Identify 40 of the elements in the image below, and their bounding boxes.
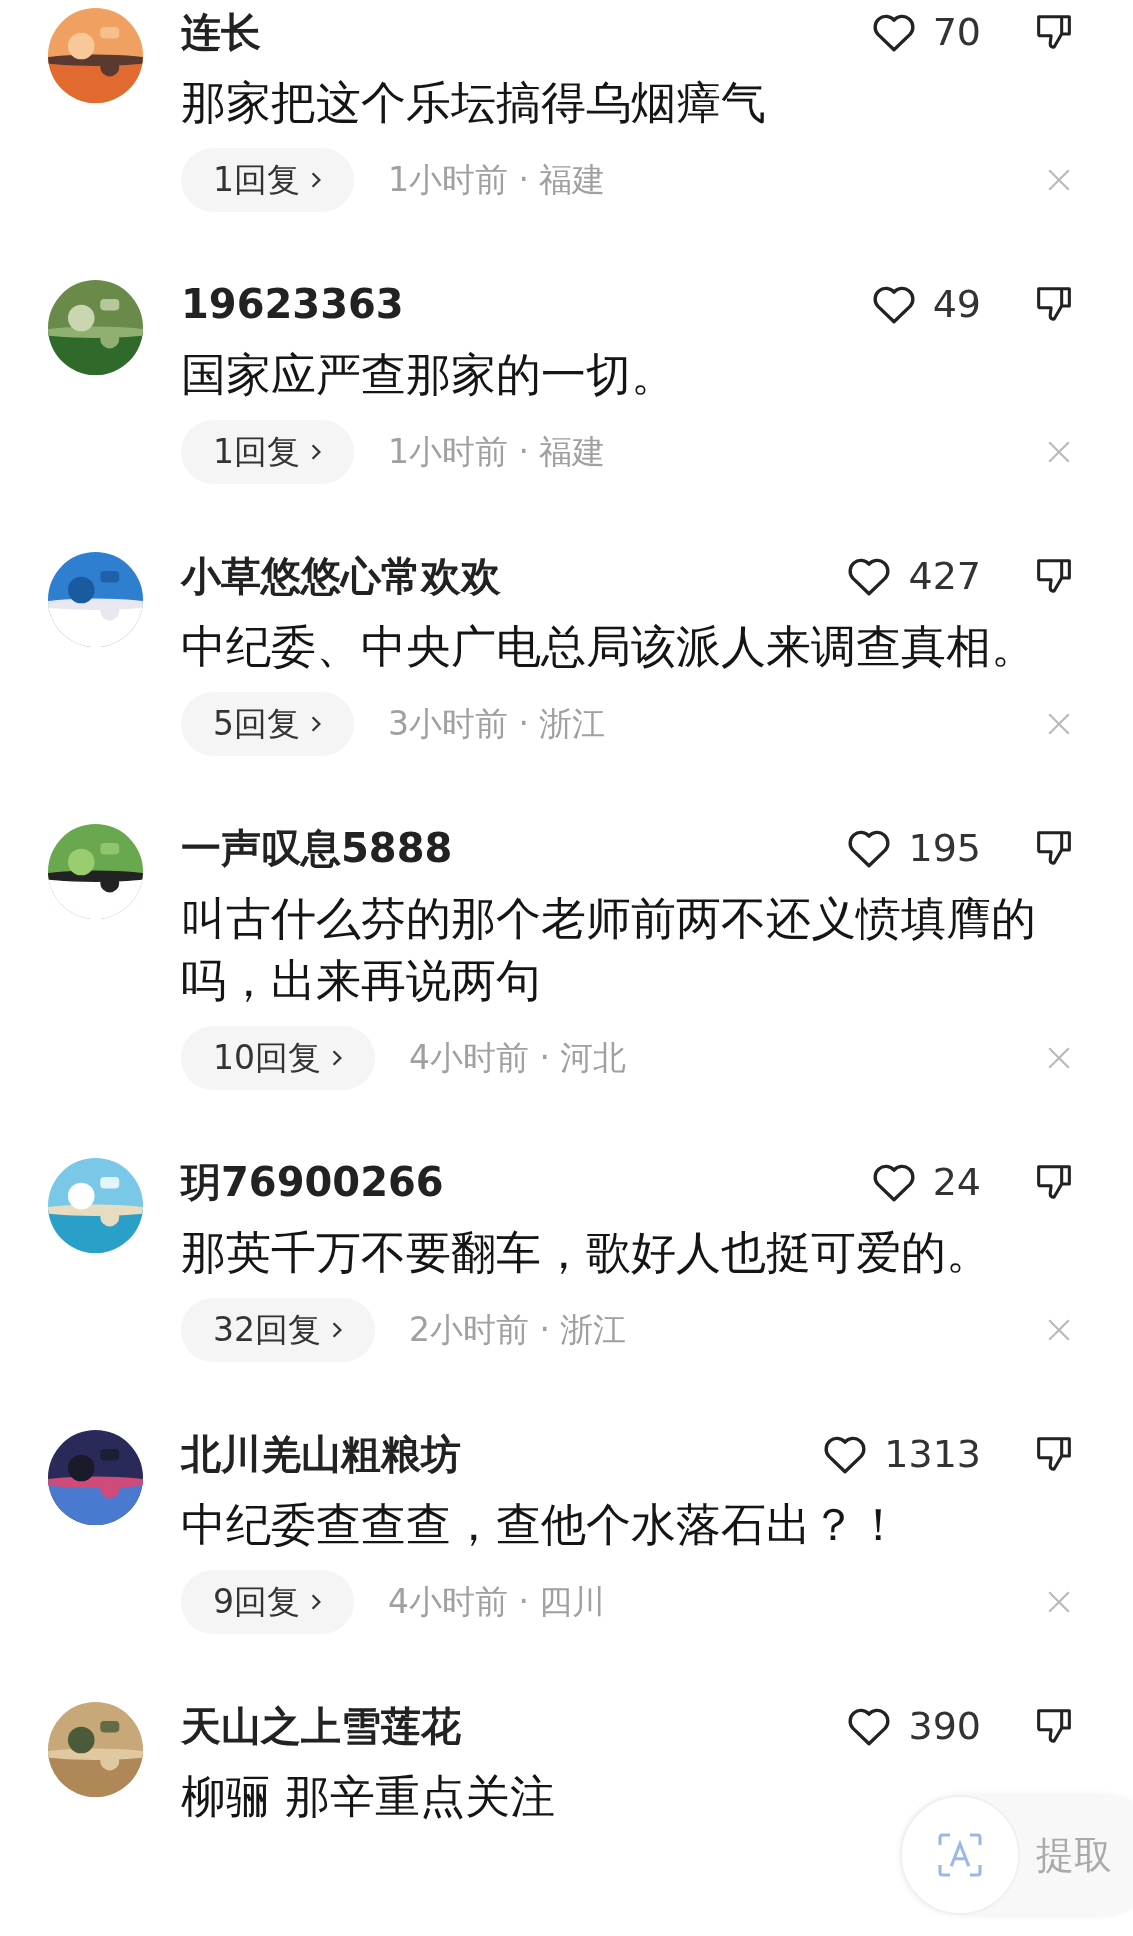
user-name[interactable]: 北川羌山粗粮坊 <box>181 1426 461 1482</box>
comment-meta: 3小时前 · 浙江 <box>388 702 607 745</box>
chevron-right-icon <box>331 1321 343 1339</box>
chevron-right-icon <box>310 715 322 733</box>
replies-button[interactable]: 1回复 <box>181 420 354 484</box>
chevron-right-icon <box>310 171 322 189</box>
comment-meta: 1小时前 · 福建 <box>388 430 607 473</box>
like-button[interactable]: 70 <box>868 7 981 57</box>
like-button[interactable]: 1313 <box>820 1429 981 1479</box>
like-button[interactable]: 427 <box>844 551 981 601</box>
comment-text: 中纪委查查查，查他个水落石出？！ <box>181 1497 902 1553</box>
chevron-right-icon <box>310 443 322 461</box>
like-button[interactable]: 390 <box>844 1701 981 1751</box>
replies-button[interactable]: 32回复 <box>181 1298 375 1362</box>
comment-text: 柳骊 那辛重点关注 <box>181 1769 557 1825</box>
comment-meta: 1小时前 · 福建 <box>388 158 607 201</box>
comment-text: 那英千万不要翻车，歌好人也挺可爱的。 <box>181 1225 992 1281</box>
user-name[interactable]: 小草悠悠心常欢欢 <box>181 548 501 604</box>
text-scan-icon <box>935 1830 985 1880</box>
user-name[interactable]: 19623363 <box>181 281 404 327</box>
replies-button[interactable]: 10回复 <box>181 1026 375 1090</box>
user-name[interactable]: 玥76900266 <box>181 1154 444 1210</box>
chevron-right-icon <box>310 1593 322 1611</box>
chevron-right-icon <box>331 1049 343 1067</box>
like-button[interactable]: 195 <box>844 823 981 873</box>
replies-button[interactable]: 9回复 <box>181 1570 354 1634</box>
replies-button[interactable]: 1回复 <box>181 148 354 212</box>
user-name[interactable]: 一声叹息5888 <box>181 820 453 876</box>
comment-meta: 2小时前 · 浙江 <box>409 1308 628 1351</box>
like-button[interactable]: 49 <box>868 279 981 329</box>
user-name[interactable]: 连长 <box>181 4 261 60</box>
comment-meta: 4小时前 · 四川 <box>388 1580 607 1623</box>
comment-text: 中纪委、中央广电总局该派人来调查真相。 <box>181 619 1037 675</box>
like-button[interactable]: 24 <box>868 1157 981 1207</box>
user-name[interactable]: 天山之上雪莲花 <box>181 1698 461 1754</box>
comment-text: 叫古什么芬的那个老师前两不还义愤填膺的吗，出来再说两句 <box>181 891 1037 1009</box>
comment-text: 那家把这个乐坛搞得乌烟瘴气 <box>181 75 767 131</box>
comment-text: 国家应严查那家的一切。 <box>181 347 677 403</box>
comment-meta: 4小时前 · 河北 <box>409 1036 628 1079</box>
replies-button[interactable]: 5回复 <box>181 692 354 756</box>
